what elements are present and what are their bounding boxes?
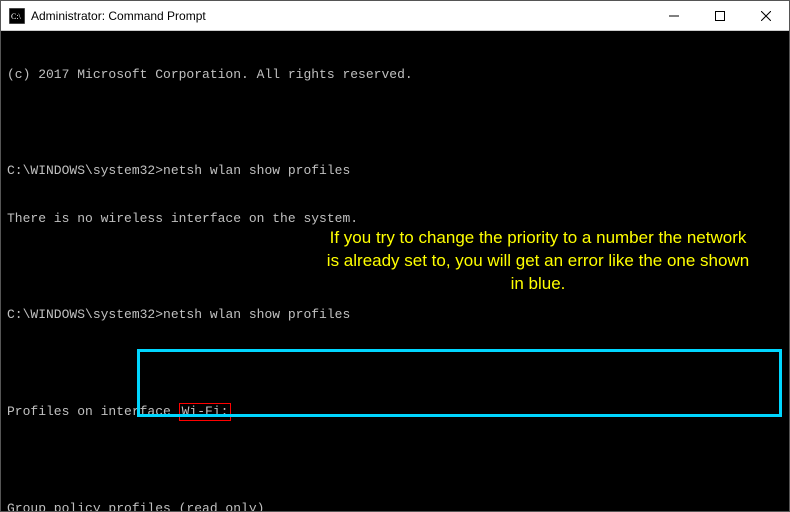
terminal-output[interactable]: (c) 2017 Microsoft Corporation. All righ… xyxy=(1,31,789,511)
profiles-header-prefix: Profiles on interface xyxy=(7,404,179,419)
window-controls xyxy=(651,1,789,30)
explanation-annotation: If you try to change the priority to a n… xyxy=(323,227,753,296)
command: netsh wlan show profiles xyxy=(163,163,350,178)
prompt: C:\WINDOWS\system32> xyxy=(7,307,163,322)
minimize-button[interactable] xyxy=(651,1,697,30)
prompt: C:\WINDOWS\system32> xyxy=(7,163,163,178)
output-line: There is no wireless interface on the sy… xyxy=(7,211,783,227)
titlebar[interactable]: C:\ Administrator: Command Prompt xyxy=(1,1,789,31)
maximize-button[interactable] xyxy=(697,1,743,30)
command: netsh wlan show profiles xyxy=(163,307,350,322)
command-prompt-window: C:\ Administrator: Command Prompt (c) 20… xyxy=(0,0,790,512)
close-button[interactable] xyxy=(743,1,789,30)
cmd-icon: C:\ xyxy=(9,8,25,24)
group-policy-header: Group policy profiles (read only) xyxy=(7,501,783,511)
interface-name-highlight: Wi-Fi: xyxy=(179,403,232,421)
svg-text:C:\: C:\ xyxy=(11,12,22,21)
copyright-line: (c) 2017 Microsoft Corporation. All righ… xyxy=(7,67,783,83)
window-title: Administrator: Command Prompt xyxy=(31,9,206,23)
